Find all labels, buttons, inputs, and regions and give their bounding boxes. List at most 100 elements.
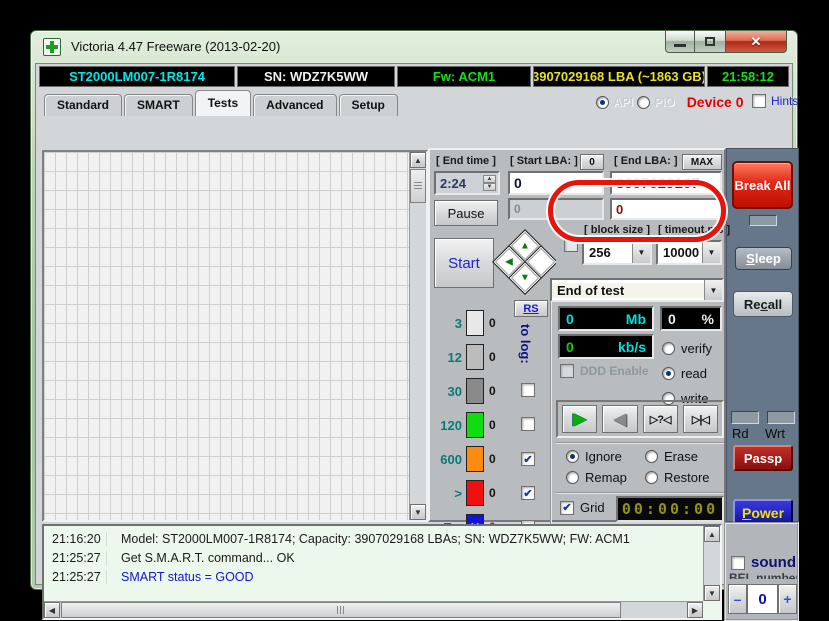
arrow-left-icon: ◀ [505,257,513,268]
close-button[interactable]: ✕ [725,31,787,53]
spin-down-icon[interactable]: ▼ [483,183,496,191]
scroll-left-icon[interactable]: ◀ [44,602,60,618]
spin-up-icon[interactable]: ▲ [483,175,496,183]
to-log-checkbox[interactable] [521,383,535,397]
speed-color-block [466,344,484,370]
clock: 21:58:12 [707,66,789,87]
speed-count: 0 [489,384,507,398]
busy-indicator [749,215,777,226]
chevron-down-icon[interactable]: ▼ [704,280,722,300]
end-time-spinner[interactable]: ▲▼ [483,175,496,191]
play-button[interactable]: ▶ [562,405,597,433]
log-horizontal-scrollbar[interactable]: ◀ ▶ [44,601,703,618]
scroll-right-icon[interactable]: ▶ [687,602,703,618]
speed-row: 6000✔ [432,442,548,476]
action-radio-group: IgnoreEraseRemapRestore [556,442,724,490]
scrollbar-thumb[interactable] [410,169,426,203]
hints-group: Hints [752,94,800,108]
tab-standard[interactable]: Standard [44,94,122,116]
speed-display: 0 kb/s [558,334,654,359]
action-option-remap[interactable]: Remap [566,470,645,485]
end-time-field[interactable]: 2:24 ▲▼ [434,171,500,195]
to-log-checkbox[interactable]: ✔ [521,452,535,466]
action-option-ignore[interactable]: Ignore [566,449,645,464]
grid-toggle-group: ✔ Grid [560,500,605,515]
step-button[interactable]: ▷|◁ [683,405,718,433]
read-radio[interactable] [662,367,675,380]
rd-label: Rd [732,426,749,441]
speed-count: 0 [489,418,507,432]
maximize-button[interactable] [695,31,725,53]
block-size-select[interactable]: 256 ▼ [582,240,652,265]
grid-checkbox[interactable]: ✔ [560,501,574,515]
log-entry: 21:25:27SMART status = GOOD [44,567,703,586]
break-all-button[interactable]: Break All [732,161,793,209]
action-option-restore[interactable]: Restore [645,470,724,485]
ddd-checkbox [560,364,574,378]
remap-radio[interactable] [566,471,579,484]
speed-threshold-label: 3 [432,316,462,331]
erase-radio[interactable] [645,450,658,463]
speed-color-block [466,480,484,506]
end-of-test-select[interactable]: End of test ▼ [550,278,724,302]
close-icon: ✕ [751,34,762,50]
ignore-radio[interactable] [566,450,579,463]
stepper-minus-button[interactable]: – [728,584,747,614]
mode-option-verify[interactable]: verify [662,336,712,361]
title-bar[interactable]: Victoria 4.47 Freeware (2013-02-20) ✕ [31,31,797,63]
pause-button[interactable]: Pause [434,200,498,226]
minimize-button[interactable] [665,31,695,53]
tests-tab-content: ▲ ▼ [ End time ] [ Start LBA: ] 0 [ End … [36,116,792,584]
speed-color-block [466,378,484,404]
rs-button[interactable]: RS [514,300,548,317]
rd-indicator [731,411,759,424]
end-time-label: [ End time ] [436,155,496,167]
start-lba-field[interactable]: 0 [508,171,604,195]
mode-option-read[interactable]: read [662,361,712,386]
api-radio[interactable] [596,96,609,109]
tab-advanced[interactable]: Advanced [253,94,336,116]
max-lba-button[interactable]: MAX [682,154,722,170]
to-log-slot [521,383,536,400]
verify-radio[interactable] [662,342,675,355]
mode-label: verify [681,341,712,356]
tab-setup[interactable]: Setup [339,94,398,116]
to-log-checkbox[interactable] [521,417,535,431]
sleep-button[interactable]: Sleep [735,247,792,270]
timeout-label: [ timeout,ms ] [658,224,730,236]
stepper-plus-button[interactable]: + [778,584,797,614]
stop-button[interactable]: ◀ [602,405,637,433]
scroll-up-icon[interactable]: ▲ [410,152,426,168]
end-lba-field[interactable]: 3907029167 [610,171,722,195]
speed-threshold-label: 600 [432,452,462,467]
pio-radio[interactable] [637,96,650,109]
chevron-down-icon[interactable]: ▼ [702,242,720,263]
hints-checkbox[interactable] [752,94,766,108]
action-option-erase[interactable]: Erase [645,449,724,464]
scan-button[interactable]: ▷?◁ [643,405,678,433]
restore-radio[interactable] [645,471,658,484]
scrollbar-thumb[interactable] [61,602,621,618]
device-firmware: Fw: ACM1 [397,66,531,87]
api-label: API [613,95,633,109]
scroll-down-icon[interactable]: ▼ [704,585,720,601]
start-button[interactable]: Start [434,238,494,288]
scroll-up-icon[interactable]: ▲ [704,526,720,542]
start-lba-reset-button[interactable]: 0 [580,154,604,170]
test-control-panel: [ End time ] [ Start LBA: ] 0 [ End LBA:… [428,148,726,522]
scroll-down-icon[interactable]: ▼ [410,504,426,520]
tab-tests[interactable]: Tests [195,90,251,116]
recall-button[interactable]: Recall [733,291,793,317]
mode-label: read [681,366,707,381]
block-size-checkbox[interactable] [564,238,578,252]
chevron-down-icon[interactable]: ▼ [632,242,650,263]
device-info-bar: ST2000LM007-1R8174 SN: WDZ7K5WW Fw: ACM1… [37,66,791,87]
speed-threshold-label: 120 [432,418,462,433]
passp-button[interactable]: Passp [733,445,793,471]
sound-checkbox[interactable] [731,556,745,570]
log-vertical-scrollbar[interactable]: ▲ ▼ [703,526,720,601]
tab-smart[interactable]: SMART [124,94,193,116]
timeout-select[interactable]: 10000 ▼ [656,240,722,265]
scan-grid-scrollbar[interactable]: ▲ ▼ [409,152,426,520]
to-log-checkbox[interactable]: ✔ [521,486,535,500]
